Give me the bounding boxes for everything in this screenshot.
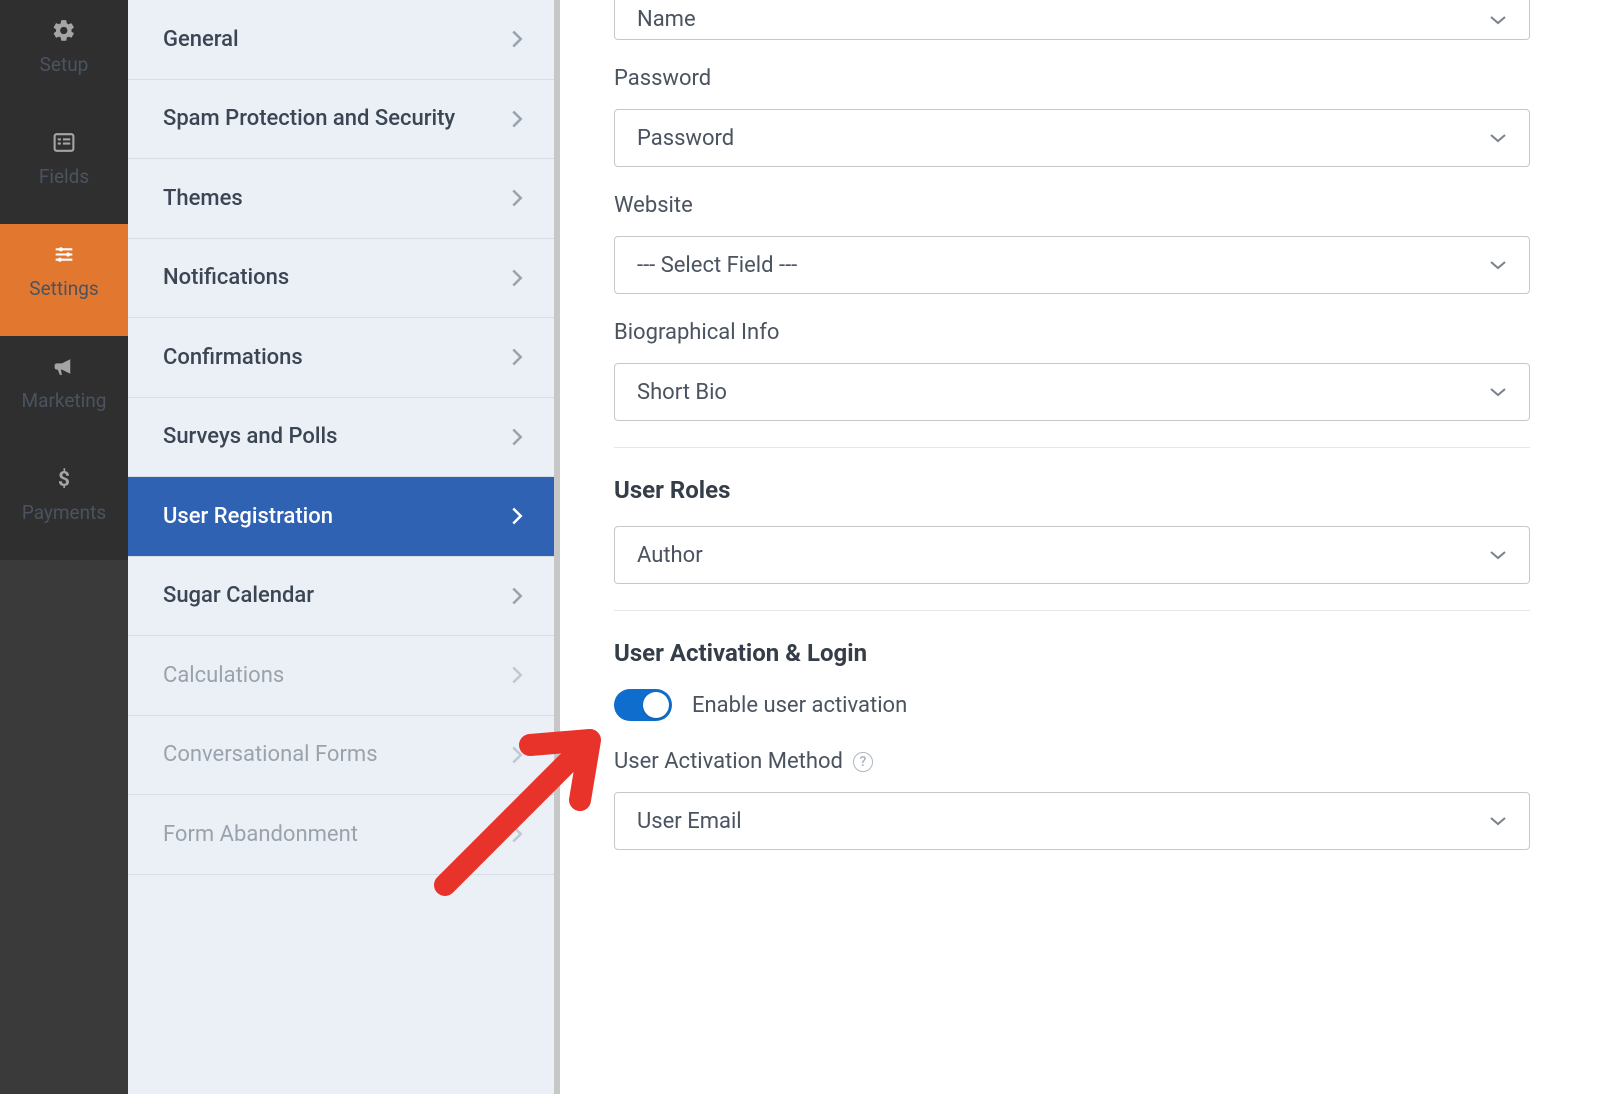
submenu-item-notifications[interactable]: Notifications [128,239,554,319]
chevron-right-icon [510,268,524,288]
rail-label: Marketing [22,389,107,412]
bio-select[interactable]: Short Bio [614,363,1530,421]
activation-method-select[interactable]: User Email [614,792,1530,850]
select-value: User Email [637,809,742,834]
toggle-label: Enable user activation [692,693,907,718]
select-value: Password [637,126,734,151]
rail-label: Setup [40,53,89,76]
chevron-right-icon [510,427,524,447]
chevron-right-icon [510,29,524,49]
bio-label: Biographical Info [614,320,1530,345]
main-panel: Name Password Password Website --- Selec… [560,0,1600,1094]
bullhorn-icon [43,354,85,379]
rail-item-fields[interactable]: Fields [0,112,128,224]
select-value: Short Bio [637,380,727,405]
website-label: Website [614,193,1530,218]
section-divider [614,447,1530,448]
submenu-item-calculations[interactable]: Calculations [128,636,554,716]
rail-item-settings[interactable]: Settings [0,224,128,336]
chevron-right-icon [510,188,524,208]
rail-label: Fields [39,165,89,188]
submenu-item-user-registration[interactable]: User Registration [128,477,554,557]
submenu-item-confirmations[interactable]: Confirmations [128,318,554,398]
rail-label: Settings [29,277,98,300]
submenu-label: Confirmations [163,345,303,370]
password-label: Password [614,66,1530,91]
password-select[interactable]: Password [614,109,1530,167]
chevron-down-icon [1489,386,1507,398]
submenu-item-spam[interactable]: Spam Protection and Security [128,80,554,160]
section-divider [614,610,1530,611]
gear-icon [43,18,85,43]
rail-item-payments[interactable]: $ Payments [0,448,128,560]
name-select[interactable]: Name [614,0,1530,40]
submenu-label: Calculations [163,663,284,688]
list-icon [43,130,85,155]
submenu-label: User Registration [163,504,333,529]
submenu-item-general[interactable]: General [128,0,554,80]
select-value: Author [637,543,703,568]
chevron-right-icon [510,506,524,526]
rail-item-setup[interactable]: Setup [0,0,128,112]
submenu-label: Sugar Calendar [163,583,314,608]
submenu-label: Notifications [163,265,289,290]
settings-submenu: General Spam Protection and Security The… [128,0,560,1094]
chevron-right-icon [510,824,524,844]
chevron-down-icon [1489,259,1507,271]
enable-activation-toggle[interactable] [614,689,672,721]
submenu-label: Spam Protection and Security [163,106,455,131]
rail-label: Payments [22,501,106,524]
user-activation-title: User Activation & Login [560,639,1600,689]
submenu-label: Surveys and Polls [163,424,337,449]
chevron-down-icon [1489,132,1507,144]
submenu-item-sugar-calendar[interactable]: Sugar Calendar [128,557,554,637]
rail-item-marketing[interactable]: Marketing [0,336,128,448]
user-roles-title: User Roles [560,476,1600,526]
website-select[interactable]: --- Select Field --- [614,236,1530,294]
submenu-item-surveys[interactable]: Surveys and Polls [128,398,554,478]
chevron-right-icon [510,109,524,129]
chevron-right-icon [510,586,524,606]
user-role-select[interactable]: Author [614,526,1530,584]
sliders-icon [43,242,85,267]
chevron-right-icon [510,665,524,685]
help-icon[interactable]: ? [853,752,873,772]
left-rail: Setup Fields Settings Marketing $ Paymen… [0,0,128,1094]
submenu-label: Conversational Forms [163,742,378,767]
submenu-item-abandonment[interactable]: Form Abandonment [128,795,554,875]
chevron-down-icon [1489,549,1507,561]
dollar-icon: $ [43,466,85,491]
select-value: Name [637,7,696,32]
submenu-label: Themes [163,186,243,211]
chevron-down-icon [1489,14,1507,26]
activation-method-label: User Activation Method [614,749,843,774]
select-value: --- Select Field --- [637,253,797,278]
submenu-label: Form Abandonment [163,822,358,847]
submenu-item-conversational[interactable]: Conversational Forms [128,716,554,796]
svg-text:$: $ [58,468,70,491]
chevron-down-icon [1489,815,1507,827]
chevron-right-icon [510,347,524,367]
submenu-label: General [163,27,239,52]
chevron-right-icon [510,745,524,765]
submenu-item-themes[interactable]: Themes [128,159,554,239]
